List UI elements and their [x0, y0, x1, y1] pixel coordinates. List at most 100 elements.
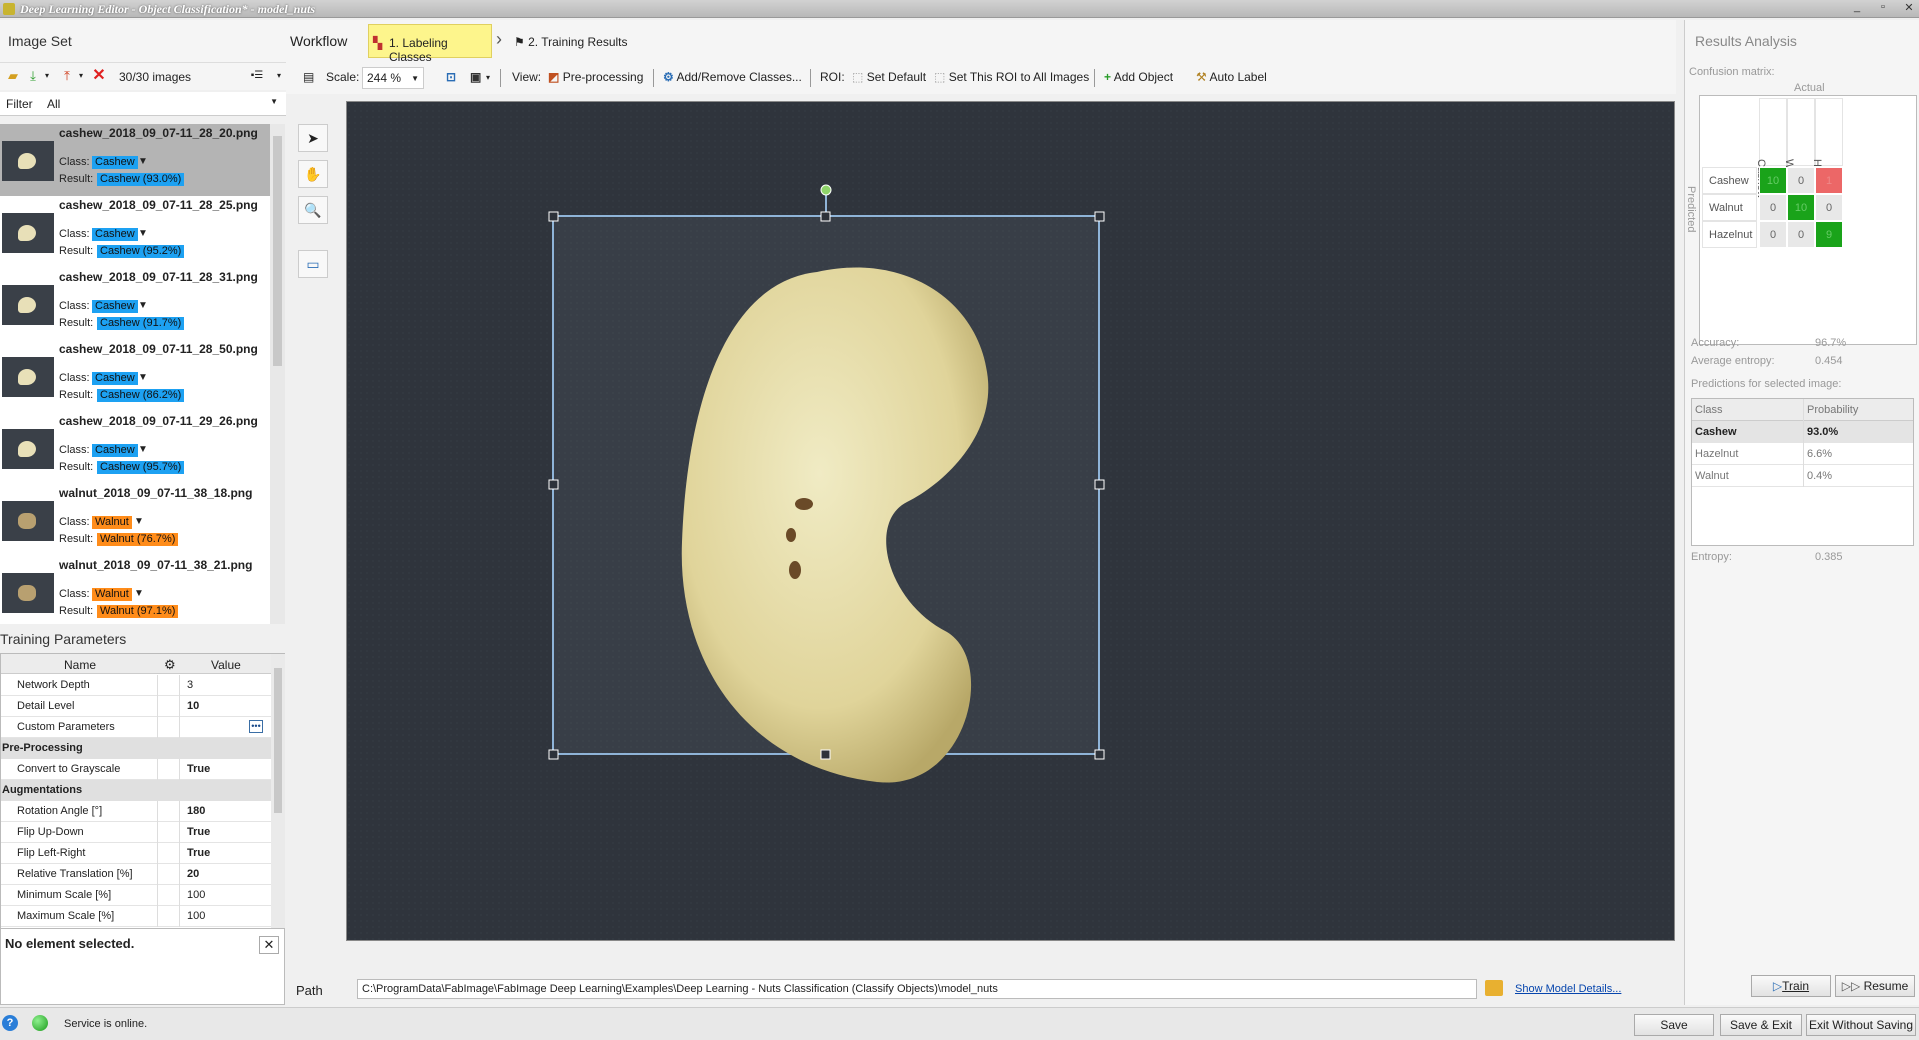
- step-labeling-classes[interactable]: ▚ 1. Labeling Classes: [368, 24, 492, 64]
- set-default-roi-button[interactable]: ⬚ Set Default: [852, 70, 926, 84]
- folder-icon[interactable]: [1485, 980, 1503, 996]
- resize-handle[interactable]: [820, 749, 831, 760]
- matrix-cell[interactable]: 1: [1815, 167, 1843, 194]
- param-value[interactable]: 180: [187, 805, 205, 817]
- chevron-down-icon[interactable]: ▼: [270, 97, 278, 106]
- save-exit-button[interactable]: Save & Exit: [1720, 1014, 1802, 1036]
- export-dropdown-icon[interactable]: ▾: [74, 69, 88, 83]
- param-category[interactable]: Pre-Processing: [1, 738, 271, 759]
- image-list-item[interactable]: walnut_2018_09_07-11_38_21.png Class: Waln…: [0, 556, 270, 624]
- chevron-down-icon[interactable]: ▼: [138, 300, 148, 311]
- scale-select[interactable]: 244 % ▼: [362, 67, 424, 89]
- param-value[interactable]: True: [187, 847, 210, 859]
- chevron-down-icon[interactable]: ▼: [138, 228, 148, 239]
- class-dropdown[interactable]: Cashew: [92, 444, 138, 457]
- add-remove-classes-button[interactable]: ⚙ Add/Remove Classes...: [663, 70, 802, 84]
- matrix-cell[interactable]: 0: [1815, 194, 1843, 221]
- resize-handle[interactable]: [548, 749, 559, 760]
- rectangle-roi-icon[interactable]: ▭: [298, 250, 328, 278]
- matrix-cell[interactable]: 0: [1759, 194, 1787, 221]
- save-button[interactable]: Save: [1634, 1014, 1714, 1036]
- auto-label-button[interactable]: ⚒ Auto Label: [1196, 70, 1267, 84]
- class-dropdown[interactable]: Cashew: [92, 156, 138, 169]
- maximize-button[interactable]: ▫: [1877, 1, 1889, 14]
- param-row[interactable]: Maximum Scale [%] 100: [1, 906, 271, 927]
- view-mode-icon[interactable]: ▪☰: [250, 69, 264, 83]
- matrix-cell[interactable]: 9: [1815, 221, 1843, 248]
- rotation-handle[interactable]: [820, 184, 832, 196]
- param-row[interactable]: Flip Left-Right True: [1, 843, 271, 864]
- zoom-magnifier-icon[interactable]: 🔍: [298, 196, 328, 224]
- zoom-fit-icon[interactable]: ⊡: [446, 70, 456, 84]
- class-dropdown[interactable]: Cashew: [92, 300, 138, 313]
- param-value[interactable]: 3: [187, 679, 193, 691]
- chevron-down-icon[interactable]: ▼: [134, 516, 144, 527]
- params-scrollbar[interactable]: [271, 654, 285, 928]
- import-icon[interactable]: ⤓: [26, 69, 40, 83]
- class-dropdown[interactable]: Cashew: [92, 228, 138, 241]
- prediction-row[interactable]: Hazelnut 6.6%: [1692, 443, 1913, 465]
- matrix-cell[interactable]: 0: [1787, 167, 1815, 194]
- resize-handle[interactable]: [1094, 479, 1105, 490]
- resize-handle[interactable]: [1094, 749, 1105, 760]
- image-list-item[interactable]: walnut_2018_09_07-11_38_18.png Class: Waln…: [0, 484, 270, 556]
- param-value[interactable]: 100: [187, 889, 205, 901]
- filter-select[interactable]: All: [47, 97, 60, 111]
- param-row[interactable]: Detail Level 10: [1, 696, 271, 717]
- resize-handle[interactable]: [548, 479, 559, 490]
- param-value[interactable]: True: [187, 763, 210, 775]
- image-list-item[interactable]: cashew_2018_09_07-11_29_26.png Class: Cash…: [0, 412, 270, 484]
- param-row[interactable]: Relative Translation [%] 20: [1, 864, 271, 885]
- help-icon[interactable]: ?: [2, 1015, 18, 1031]
- step-training-results[interactable]: ⚑ 2. Training Results: [514, 35, 628, 49]
- close-window-button[interactable]: ✕: [1903, 1, 1915, 14]
- show-model-details-link[interactable]: Show Model Details...: [1515, 983, 1621, 995]
- path-field[interactable]: C:\ProgramData\FabImage\FabImage Deep Le…: [357, 979, 1477, 999]
- matrix-cell[interactable]: 0: [1787, 221, 1815, 248]
- prediction-row[interactable]: Cashew 93.0%: [1692, 421, 1913, 443]
- close-icon[interactable]: ✕: [259, 936, 279, 954]
- param-category[interactable]: Augmentations: [1, 780, 271, 801]
- scrollbar-thumb[interactable]: [274, 668, 282, 813]
- zoom-mode-icon[interactable]: ▣: [470, 70, 481, 84]
- filter-row[interactable]: Filter All ▼: [0, 92, 286, 116]
- pan-hand-icon[interactable]: ✋: [298, 160, 328, 188]
- open-folder-icon[interactable]: ▰: [6, 69, 20, 83]
- gear-icon[interactable]: ⚙: [164, 657, 176, 673]
- image-list-item[interactable]: cashew_2018_09_07-11_28_50.png Class: Cash…: [0, 340, 270, 412]
- param-row[interactable]: Flip Up-Down True: [1, 822, 271, 843]
- view-mode-dropdown-icon[interactable]: ▾: [272, 69, 286, 83]
- add-object-button[interactable]: + Add Object: [1104, 70, 1173, 84]
- class-dropdown[interactable]: Walnut: [92, 516, 132, 529]
- delete-icon[interactable]: ✕: [92, 68, 106, 84]
- scrollbar-thumb[interactable]: [273, 136, 282, 366]
- image-list-item[interactable]: cashew_2018_09_07-11_28_31.png Class: Cash…: [0, 268, 270, 340]
- zoom-mode-dropdown-icon[interactable]: ▾: [486, 73, 490, 82]
- image-list-item[interactable]: cashew_2018_09_07-11_28_25.png Class: Cash…: [0, 196, 270, 268]
- param-row[interactable]: Custom Parameters •••: [1, 717, 271, 738]
- matrix-cell[interactable]: 10: [1787, 194, 1815, 221]
- param-row[interactable]: Network Depth 3: [1, 675, 271, 696]
- set-roi-all-button[interactable]: ⬚ Set This ROI to All Images: [934, 70, 1089, 84]
- class-dropdown[interactable]: Cashew: [92, 372, 138, 385]
- param-row[interactable]: Convert to Grayscale True: [1, 759, 271, 780]
- image-list[interactable]: cashew_2018_09_07-11_28_20.png Class: Cash…: [0, 124, 270, 624]
- matrix-cell[interactable]: 10: [1759, 167, 1787, 194]
- chevron-down-icon[interactable]: ▼: [138, 156, 148, 167]
- image-canvas[interactable]: [346, 101, 1675, 941]
- resize-handle[interactable]: [820, 211, 831, 222]
- exit-without-saving-button[interactable]: Exit Without Saving: [1806, 1014, 1916, 1036]
- matrix-cell[interactable]: 0: [1759, 221, 1787, 248]
- class-dropdown[interactable]: Walnut: [92, 588, 132, 601]
- prediction-row[interactable]: Walnut 0.4%: [1692, 465, 1913, 487]
- param-value[interactable]: True: [187, 826, 210, 838]
- image-list-item[interactable]: cashew_2018_09_07-11_28_20.png Class: Cash…: [0, 124, 270, 196]
- param-value[interactable]: 20: [187, 868, 199, 880]
- chevron-down-icon[interactable]: ▼: [134, 588, 144, 599]
- preprocessing-button[interactable]: ◩ Pre-processing: [548, 70, 643, 84]
- image-list-scrollbar[interactable]: [270, 124, 285, 624]
- train-button[interactable]: ▷Train: [1751, 975, 1831, 997]
- param-value[interactable]: 10: [187, 700, 199, 712]
- import-dropdown-icon[interactable]: ▾: [40, 69, 54, 83]
- param-row[interactable]: Minimum Scale [%] 100: [1, 885, 271, 906]
